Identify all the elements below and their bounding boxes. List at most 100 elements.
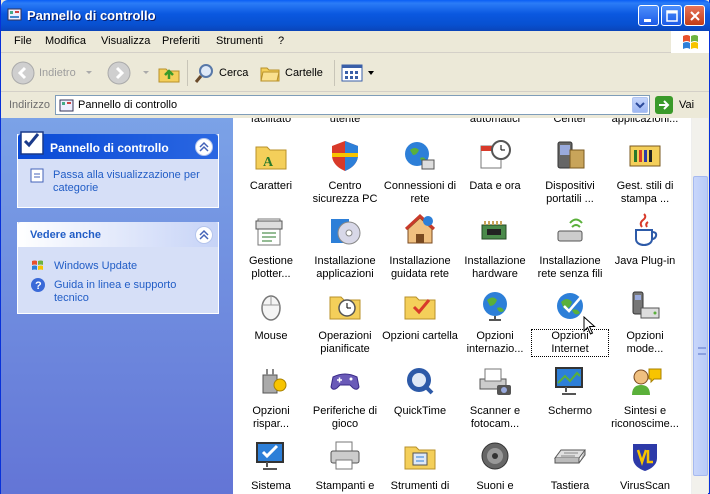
chevron-down-icon <box>85 71 92 74</box>
menu-modifica[interactable]: Modifica <box>45 35 86 47</box>
item-label: Sistema <box>251 480 291 492</box>
collapse-button[interactable] <box>195 138 213 156</box>
control-panel-item[interactable]: Schermo <box>532 363 608 418</box>
item-label: Schermo <box>547 405 593 417</box>
mouse-icon <box>253 288 289 324</box>
address-dropdown-button[interactable] <box>632 97 648 113</box>
collapse-button[interactable] <box>195 226 213 244</box>
folder-up-icon <box>158 68 180 83</box>
mouse-cursor-icon <box>583 315 597 339</box>
partial-item-label[interactable]: facilitato <box>233 118 309 126</box>
control-panel-item[interactable]: Suoni e <box>457 438 533 493</box>
gamepad-icon <box>327 363 363 399</box>
minimize-button[interactable] <box>638 5 659 26</box>
control-panel-item[interactable]: Dispositivi portatili ... <box>532 138 608 206</box>
control-panel-item[interactable]: VirusScan <box>607 438 683 493</box>
control-panel-item[interactable]: Opzioni mode... <box>607 288 683 356</box>
go-button[interactable]: Vai <box>655 96 694 114</box>
control-panel-item[interactable]: Java Plug-in <box>607 213 683 268</box>
views-button[interactable] <box>341 60 375 86</box>
search-button[interactable]: Cerca <box>193 60 248 86</box>
control-panel-item[interactable]: Installazione guidata rete <box>382 213 458 281</box>
explorer-window: Pannello di controllo File Modifica Visu… <box>0 0 710 494</box>
item-label: Installazione applicazioni <box>314 255 376 280</box>
menu-strumenti[interactable]: Strumenti <box>216 35 263 47</box>
item-label: Suoni e <box>476 480 514 492</box>
portable-devices-icon <box>552 138 588 174</box>
close-button[interactable] <box>684 5 705 26</box>
back-arrow-icon <box>11 61 35 85</box>
network-globe-icon <box>402 138 438 174</box>
scrollbar-thumb[interactable] <box>693 176 708 476</box>
partial-item-label[interactable]: utente <box>307 118 383 126</box>
address-input[interactable]: Pannello di controllo <box>55 95 650 115</box>
control-panel-item[interactable]: Opzioni internazio... <box>457 288 533 356</box>
control-panel-item[interactable]: Installazione rete senza fili <box>532 213 608 281</box>
partial-item-label[interactable]: Center <box>532 118 608 126</box>
control-panel-item[interactable]: Scanner e fotocam... <box>457 363 533 431</box>
menu-file[interactable]: File <box>14 35 32 47</box>
control-panel-item[interactable]: Mouse <box>233 288 309 343</box>
control-panel-item[interactable]: A Caratteri <box>233 138 309 193</box>
panel-header[interactable]: Vedere anche <box>18 222 218 247</box>
control-panel-item[interactable]: Operazioni pianificate <box>307 288 383 356</box>
control-panel-item[interactable]: Stampanti e <box>307 438 383 493</box>
search-icon <box>194 64 213 83</box>
back-button[interactable]: Indietro <box>11 60 94 86</box>
control-panel-item[interactable]: Opzioni rispar... <box>233 363 309 431</box>
forward-button[interactable] <box>107 60 151 86</box>
icon-view: facilitato utente automatici Center applicaz… <box>233 118 691 494</box>
panel-header[interactable]: Pannello di controllo <box>18 131 218 159</box>
vertical-scrollbar[interactable] <box>691 118 708 494</box>
calendar-clock-icon <box>477 138 513 174</box>
control-panel-item[interactable]: Installazione hardware <box>457 213 533 281</box>
control-panel-item[interactable]: Connessioni di rete <box>382 138 458 206</box>
item-label: Installazione hardware <box>464 255 526 280</box>
panel-title: Vedere anche <box>30 229 101 241</box>
windows-update-link[interactable]: Windows Update <box>54 260 137 273</box>
up-folder-button[interactable] <box>157 60 181 86</box>
address-bar: Indirizzo Pannello di controllo Vai <box>1 93 709 117</box>
control-panel-item[interactable]: Sistema <box>233 438 309 493</box>
control-panel-item[interactable]: Sintesi e riconoscime... <box>607 363 683 431</box>
menu-preferiti[interactable]: Preferiti <box>162 35 200 47</box>
maximize-icon <box>666 10 678 22</box>
control-panel-item[interactable]: QuickTime <box>382 363 458 418</box>
title-bar[interactable]: Pannello di controllo <box>1 0 710 31</box>
control-panel-item[interactable]: Periferiche di gioco <box>307 363 383 431</box>
folders-button[interactable]: Cartelle <box>259 60 323 86</box>
control-panel-item[interactable]: Tastiera <box>532 438 608 493</box>
wireless-icon <box>552 213 588 249</box>
panel-control-panel: Pannello di controllo Passa alla visuali… <box>17 131 219 208</box>
control-panel-item[interactable]: Strumenti di <box>382 438 458 493</box>
control-panel-item[interactable]: Installazione applicazioni <box>307 213 383 281</box>
forward-arrow-icon <box>107 61 131 85</box>
folder-options-icon <box>402 288 438 324</box>
item-label: Periferiche di gioco <box>312 405 378 430</box>
control-panel-item[interactable]: Data e ora <box>457 138 533 193</box>
item-label: Caratteri <box>249 180 293 192</box>
item-label: Sintesi e riconoscime... <box>611 405 679 430</box>
partial-item-label[interactable]: automatici <box>457 118 533 126</box>
item-label: Scanner e fotocam... <box>469 405 521 430</box>
control-panel-item[interactable]: Opzioni cartella <box>382 288 458 343</box>
control-panel-item[interactable]: Gestione plotter... <box>233 213 309 281</box>
go-label: Vai <box>679 99 695 111</box>
maximize-button[interactable] <box>661 5 682 26</box>
menu-visualizza[interactable]: Visualizza <box>101 35 150 47</box>
control-panel-item[interactable]: Gest. stili di stampa ... <box>607 138 683 206</box>
partial-item-label[interactable]: applicazioni... <box>607 118 683 126</box>
display-icon <box>552 363 588 399</box>
panel-see-also: Vedere anche Windows Update ? Guida in l… <box>17 222 219 314</box>
scheduled-tasks-icon <box>327 288 363 324</box>
windows-logo-icon <box>671 31 709 53</box>
help-support-link[interactable]: Guida in linea e supporto tecnico <box>54 279 204 305</box>
item-label: Gest. stili di stampa ... <box>616 180 674 205</box>
switch-category-view-link[interactable]: Passa alla visualizzazione per categorie <box>53 169 213 195</box>
control-panel-item[interactable]: Centro sicurezza PC <box>307 138 383 206</box>
item-label: Opzioni rispar... <box>252 405 290 430</box>
menu-help[interactable]: ? <box>278 35 284 47</box>
chevron-up-icon <box>199 229 209 240</box>
address-label: Indirizzo <box>9 99 50 111</box>
window-title: Pannello di controllo <box>27 8 156 23</box>
